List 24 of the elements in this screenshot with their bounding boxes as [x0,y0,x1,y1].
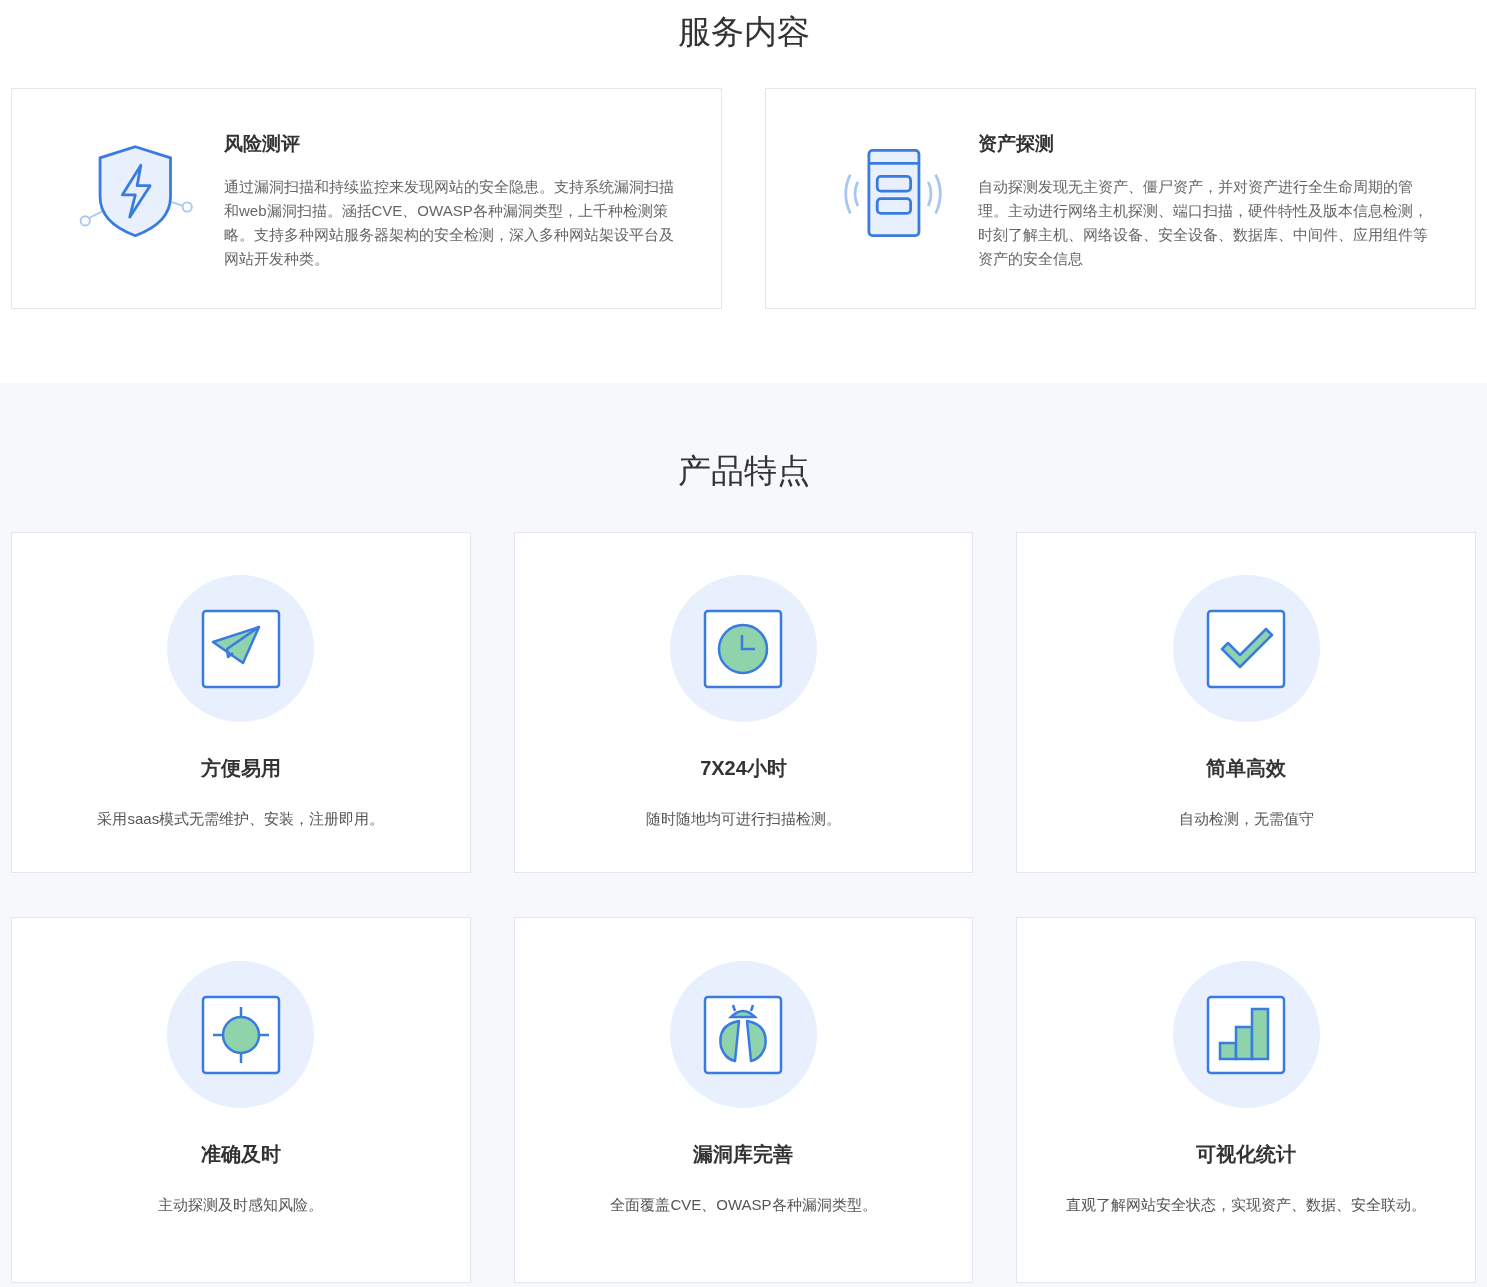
bar-chart-icon [1206,994,1287,1075]
feature-title: 7X24小时 [700,756,787,781]
feature-title: 方便易用 [200,756,281,781]
feature-description: 采用saas模式无需维护、安装，注册即用。 [97,810,385,829]
service-title: 风险测评 [224,132,301,156]
feature-description: 随时随地均可进行扫描检测。 [646,810,841,829]
service-description: 自动探测发现无主资产、僵尸资产，并对资产进行全生命周期的管理。主动进行网络主机探测、端口扫描，硬件特性及版本信息检测，时刻了解主机、网络设备、安全设备、数据库、中间件、应用组件等资产的安全信息 [978,177,1429,269]
feature-description: 全面覆盖CVE、OWASP各种漏洞类型。 [610,1196,877,1215]
feature-description: 自动检测，无需值守 [1178,810,1314,829]
feature-title: 准确及时 [200,1142,281,1167]
crosshair-icon [200,994,281,1075]
feature-title: 可视化统计 [1196,1142,1297,1167]
service-description: 通过漏洞扫描和持续监控来发现网站的安全隐患。支持系统漏洞扫描和web漏洞扫描。涵括CVE、OWASP各种漏洞类型，上千种检测策略。支持多种网站服务器架构的安全检测，深入多种网站架设平台及网站开发种类。 [224,177,675,269]
feature-title: 简单高效 [1206,756,1287,781]
feature-description: 主动探测及时感知风险。 [158,1196,324,1215]
checkmark-icon [1206,608,1287,689]
bug-icon [703,994,784,1075]
paper-plane-icon [200,608,281,689]
section-title: 服务内容 [676,12,811,52]
section-title: 产品特点 [676,451,811,491]
clock-icon [703,608,784,689]
feature-title: 漏洞库完善 [693,1142,794,1167]
feature-description: 直观了解网站安全状态，实现资产、数据、安全联动。 [1066,1196,1427,1215]
service-title: 资产探测 [978,132,1055,156]
